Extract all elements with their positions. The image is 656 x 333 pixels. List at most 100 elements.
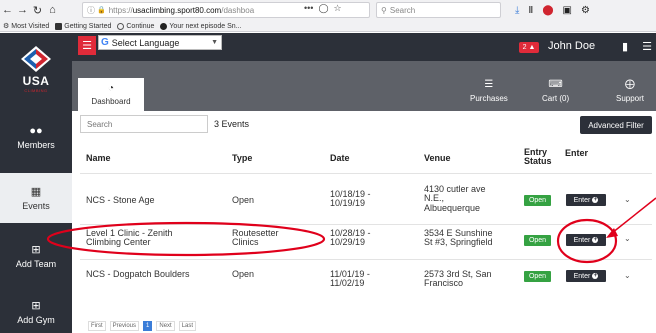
event-date-end: 10/29/19 (330, 237, 366, 248)
pocket-icon[interactable]: ◯ (318, 3, 328, 14)
enter-button[interactable]: Enter + (566, 234, 606, 246)
usa-climbing-logo[interactable]: USA CLIMBING (0, 33, 72, 105)
header-divider (80, 173, 652, 174)
page-actions-icon[interactable]: ••• (304, 3, 313, 13)
calendar-icon: ▦ (30, 186, 42, 198)
url-path: /dashboa (221, 5, 255, 15)
event-date: 10/28/19 - 10/29/19 (330, 228, 371, 248)
header-icons: ▮ ☰ (622, 40, 652, 53)
event-venue: 3534 E Sunshine St #3, Springfield (424, 228, 493, 248)
tab-purchases[interactable]: ☰ Purchases (470, 79, 508, 103)
user-icon: ▲ (528, 44, 536, 51)
tab-purchases-label: Purchases (470, 94, 508, 103)
sidebar-toggle-icon[interactable]: ▣ (563, 5, 572, 16)
menu-icon[interactable]: ☰ (642, 40, 652, 53)
plus-circle-icon: + (592, 197, 599, 203)
sidebar-item-label: Members (17, 139, 55, 150)
url-host: usaclimbing.sport80.com (132, 5, 222, 15)
chevron-down-icon[interactable]: ⌄ (624, 195, 631, 204)
event-date: 10/18/19 - 10/19/19 (330, 189, 371, 209)
pagination-previous[interactable]: Previous (109, 321, 140, 331)
panel-icon[interactable]: ▮ (622, 40, 628, 53)
plus-circle-icon: + (592, 273, 599, 279)
row-divider (80, 259, 652, 260)
event-name[interactable]: Level 1 Clinic - Zenith Climbing Center (86, 228, 173, 248)
browser-search-placeholder: Search (389, 5, 416, 15)
column-header-venue[interactable]: Venue (424, 153, 451, 163)
cart-icon: ⌨ (548, 79, 563, 90)
users-icon: ●● (29, 124, 43, 137)
username[interactable]: John Doe (548, 40, 595, 52)
bookmark-label: Your next episode Sn... (169, 22, 242, 30)
bookmark-most-visited[interactable]: ⚙ Most Visited (3, 22, 49, 31)
enter-button-label: Enter (573, 272, 591, 280)
tab-cart[interactable]: ⌨ Cart (0) (542, 79, 569, 103)
bookmark-star-icon[interactable]: ☆ (334, 3, 342, 14)
gear-icon: ⚙ (3, 23, 10, 30)
adblock-icon[interactable]: ⬤ (542, 5, 553, 16)
event-type-line2: Clinics (232, 237, 259, 248)
event-venue: 4130 cutler ave N.E., Albuequerque (424, 184, 486, 213)
pagination-first[interactable]: First (88, 321, 106, 331)
enter-button-label: Enter (573, 236, 591, 244)
column-header-enter[interactable]: Enter (565, 148, 588, 158)
notification-badge[interactable]: 2 ▲ (519, 42, 539, 53)
event-venue: 2573 3rd St, San Francisco (424, 269, 492, 289)
enter-button[interactable]: Enter + (566, 194, 606, 206)
sidebar-item-events[interactable]: ▦ Events (0, 173, 72, 223)
circle-icon (160, 22, 168, 30)
column-header-date[interactable]: Date (330, 153, 350, 163)
bookmark-getting-started[interactable]: Getting Started (55, 22, 111, 30)
event-name[interactable]: NCS - Dogpatch Boulders (86, 269, 190, 279)
language-select[interactable]: G Select Language ▼ (98, 35, 222, 50)
event-type: Routesetter Clinics (232, 228, 279, 248)
tab-support[interactable]: ⨁ Support (616, 79, 644, 103)
plus-square-icon: ⊞ (31, 244, 41, 256)
event-venue-line3: Albuequerque (424, 202, 481, 213)
events-search-input[interactable] (80, 115, 208, 133)
home-icon[interactable]: ⌂ (45, 2, 60, 18)
sidebar-item-members[interactable]: ●● Members (0, 115, 72, 159)
extension-icon[interactable]: ⚙ (581, 5, 590, 16)
pagination-page-1[interactable]: 1 (143, 321, 153, 331)
event-name[interactable]: NCS - Stone Age (86, 195, 155, 205)
info-icon[interactable]: ⓘ (87, 5, 95, 16)
logo-diamond-icon (21, 45, 51, 72)
sidebar-item-label: Events (22, 201, 50, 211)
tab-dashboard[interactable]: ◔ Dashboard (78, 78, 144, 111)
pagination-next[interactable]: Next (156, 321, 175, 331)
browser-search-bar[interactable]: ⚲ Search (376, 2, 501, 18)
event-type: Open (232, 195, 255, 205)
download-icon[interactable]: ⤓ (515, 5, 519, 16)
tab-cart-label: Cart (0) (542, 94, 570, 103)
hamburger-menu-icon[interactable]: ☰ (78, 36, 96, 55)
tab-support-label: Support (616, 94, 645, 103)
column-header-name[interactable]: Name (86, 153, 111, 163)
forward-arrow-icon[interactable]: → (15, 2, 30, 18)
google-translate-icon: G (101, 37, 109, 48)
column-header-entry-status[interactable]: Entry Status (524, 147, 552, 167)
chevron-down-icon: ▼ (211, 39, 218, 46)
reload-icon[interactable]: ↻ (30, 2, 45, 18)
column-header-type[interactable]: Type (232, 153, 252, 163)
url-prefix: https:// (108, 5, 133, 15)
plus-square-icon: ⊞ (31, 300, 41, 312)
advanced-filter-button[interactable]: Advanced Filter (580, 116, 652, 134)
enter-button[interactable]: Enter + (566, 270, 606, 282)
bookmark-continue[interactable]: Continue (117, 22, 154, 30)
status-badge: Open (524, 235, 551, 246)
pagination-last[interactable]: Last (178, 321, 197, 331)
search-icon: ⚲ (381, 5, 387, 15)
bookmark-next-episode[interactable]: Your next episode Sn... (160, 22, 242, 30)
event-name-line2: Climbing Center (86, 237, 151, 248)
notification-count: 2 (522, 44, 527, 51)
browser-chrome: ← → ↻ ⌂ ⓘ 🔒 https://usaclimbing.sport80.… (0, 0, 656, 32)
logo-text: USA (22, 73, 50, 88)
sidebar-item-add-gym[interactable]: ⊞ Add Gym (0, 291, 72, 333)
chevron-down-icon[interactable]: ⌄ (624, 234, 631, 243)
sidebar-item-add-team[interactable]: ⊞ Add Team (0, 235, 72, 277)
chevron-down-icon[interactable]: ⌄ (624, 271, 631, 280)
back-arrow-icon[interactable]: ← (0, 2, 15, 18)
tab-dashboard-label: Dashboard (91, 97, 131, 106)
library-icon[interactable]: Ⅱ (528, 5, 533, 16)
